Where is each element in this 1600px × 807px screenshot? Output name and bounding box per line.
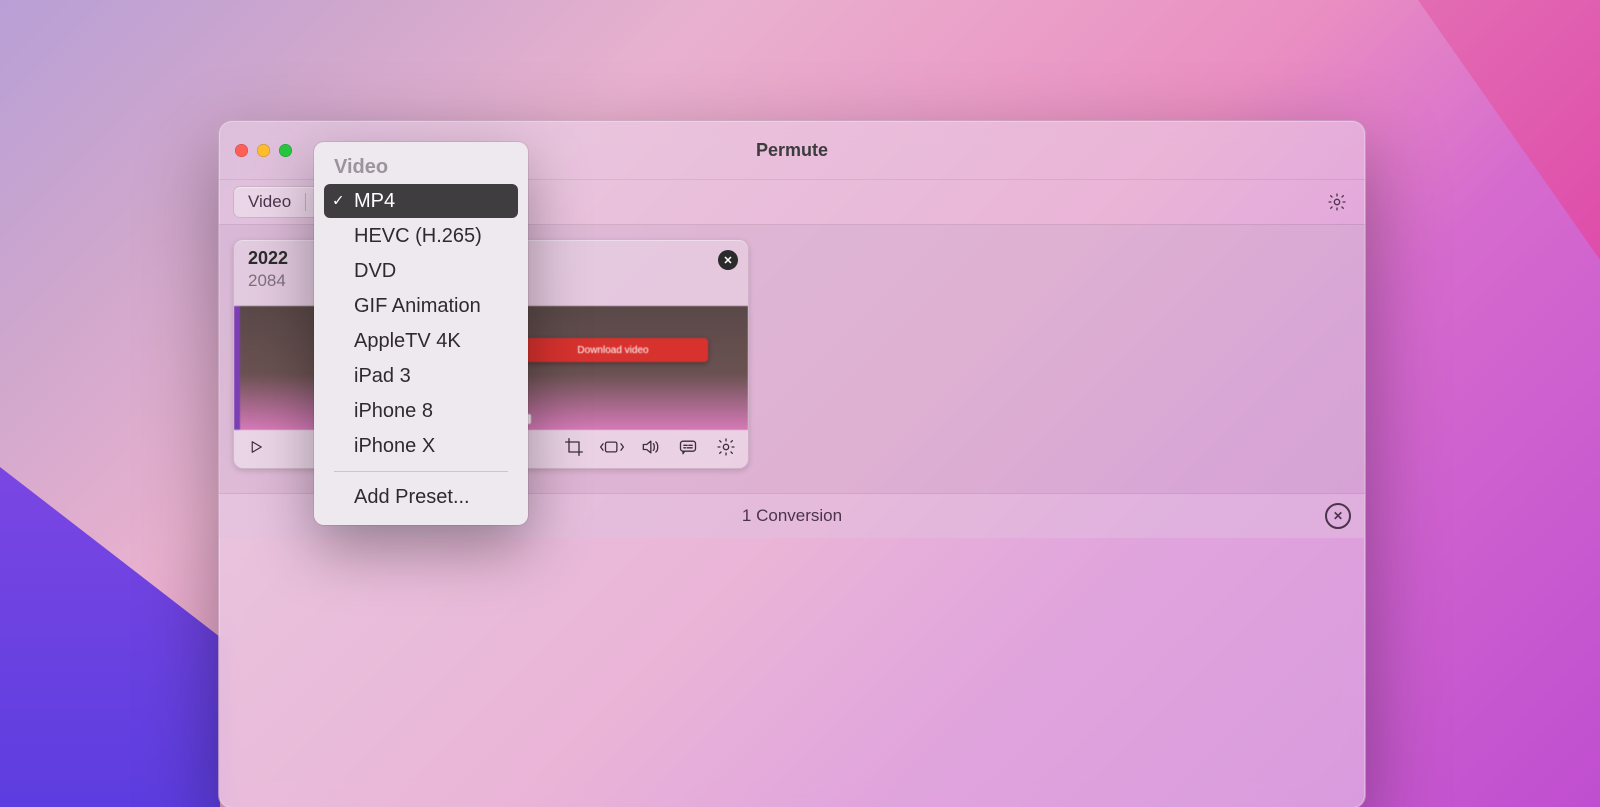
speaker-icon: [639, 437, 661, 462]
popover-section-label: Video: [320, 150, 522, 183]
play-icon: [247, 438, 265, 461]
subtitles-icon: [677, 437, 699, 462]
menu-item-iphone-x[interactable]: iPhone X: [324, 429, 518, 463]
subtitles-button[interactable]: [676, 437, 700, 461]
menu-item-label: HEVC (H.265): [354, 225, 482, 248]
menu-item-dvd[interactable]: DVD: [324, 254, 518, 288]
wallpaper-accent-tr: [1340, 0, 1600, 260]
menu-item-label: DVD: [354, 260, 396, 283]
volume-button[interactable]: [638, 437, 662, 461]
menu-item-label: GIF Animation: [354, 295, 481, 318]
format-select-separator: [305, 193, 306, 211]
menu-item-gif-animation[interactable]: GIF Animation: [324, 289, 518, 323]
trim-button[interactable]: [600, 437, 624, 461]
trim-icon: [599, 437, 625, 462]
format-category-label: Video: [248, 192, 291, 212]
close-icon: ✕: [1333, 509, 1343, 523]
menu-item-appletv-4k[interactable]: AppleTV 4K: [324, 324, 518, 358]
status-text: 1 Conversion: [742, 506, 842, 526]
format-popover: Video ✓ MP4 HEVC (H.265) DVD GIF Animation Ap…: [314, 142, 528, 525]
crop-icon: [564, 437, 584, 462]
menu-item-iphone-8[interactable]: iPhone 8: [324, 394, 518, 428]
card-settings-button[interactable]: [714, 437, 738, 461]
menu-item-mp4[interactable]: ✓ MP4: [324, 184, 518, 218]
menu-item-label: iPad 3: [354, 365, 411, 388]
check-icon: ✓: [332, 192, 345, 210]
settings-button[interactable]: [1323, 188, 1351, 216]
menu-item-add-preset[interactable]: Add Preset...: [324, 480, 518, 514]
thumbnail-overlay-banner: Download video: [518, 338, 708, 362]
menu-item-label: iPhone 8: [354, 400, 433, 423]
close-icon: ✕: [723, 254, 732, 267]
clear-all-button[interactable]: ✕: [1325, 503, 1351, 529]
menu-item-label: MP4: [354, 190, 395, 213]
menu-item-label: iPhone X: [354, 435, 435, 458]
popover-divider: [334, 471, 508, 472]
menu-item-hevc-h-265[interactable]: HEVC (H.265): [324, 219, 518, 253]
wallpaper-accent-bl: [0, 467, 220, 807]
gear-icon: [716, 437, 736, 462]
menu-item-ipad-3[interactable]: iPad 3: [324, 359, 518, 393]
gear-icon: [1327, 192, 1347, 212]
play-button[interactable]: [244, 437, 268, 461]
menu-item-label: Add Preset...: [354, 486, 470, 509]
menu-item-label: AppleTV 4K: [354, 330, 461, 353]
remove-card-button[interactable]: ✕: [718, 250, 738, 270]
crop-button[interactable]: [562, 437, 586, 461]
